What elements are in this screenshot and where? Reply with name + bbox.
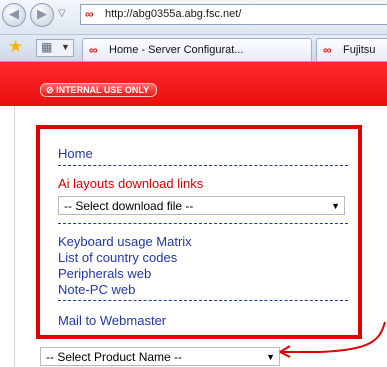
fujitsu-favicon: ∞ bbox=[89, 43, 98, 57]
chevron-down-icon: ▼ bbox=[61, 42, 70, 52]
keyboard-matrix-link[interactable]: Keyboard usage Matrix bbox=[58, 234, 192, 249]
tab-home[interactable]: ∞ Home - Server Configurat... bbox=[82, 38, 312, 61]
peripherals-link[interactable]: Peripherals web bbox=[58, 266, 151, 281]
tab-label: Home - Server Configurat... bbox=[109, 44, 244, 56]
internal-use-badge: ⊘ INTERNAL USE ONLY bbox=[40, 83, 158, 97]
page-content: ⊘ INTERNAL USE ONLY Home Ai layouts down… bbox=[0, 62, 387, 367]
history-dropdown-icon[interactable]: ▽ bbox=[58, 8, 66, 19]
navigation-box: Home Ai layouts download links -- Select… bbox=[36, 125, 362, 339]
no-entry-icon: ⊘ bbox=[46, 85, 54, 95]
browser-navbar: ◀ ▶ ▽ ∞ http://abg0355a.abg.fsc.net/ bbox=[0, 0, 387, 35]
country-codes-link[interactable]: List of country codes bbox=[58, 250, 177, 265]
download-file-select[interactable]: -- Select download file -- ▼ bbox=[58, 196, 345, 215]
address-url[interactable]: http://abg0355a.abg.fsc.net/ bbox=[105, 8, 241, 20]
tab-label: Fujitsu bbox=[343, 44, 376, 56]
annotation-curve bbox=[280, 321, 386, 353]
star-icon[interactable]: ★ bbox=[8, 37, 23, 57]
content-divider bbox=[14, 106, 15, 367]
grid-icon: ▦ bbox=[41, 40, 53, 54]
header-banner: ⊘ INTERNAL USE ONLY bbox=[0, 62, 387, 106]
separator bbox=[58, 300, 348, 301]
separator bbox=[58, 165, 348, 166]
annotation-arrow bbox=[279, 321, 386, 358]
home-link[interactable]: Home bbox=[58, 146, 93, 161]
forward-button[interactable]: ▶ bbox=[30, 3, 54, 27]
select-value: -- Select Product Name -- bbox=[46, 350, 183, 364]
notepc-link[interactable]: Note-PC web bbox=[58, 282, 135, 297]
select-value: -- Select download file -- bbox=[64, 199, 194, 213]
address-bar[interactable]: ∞ http://abg0355a.abg.fsc.net/ bbox=[80, 4, 387, 25]
back-icon: ◀ bbox=[9, 6, 19, 21]
forward-icon: ▶ bbox=[37, 6, 47, 21]
fujitsu-favicon: ∞ bbox=[323, 43, 332, 57]
mail-webmaster-link[interactable]: Mail to Webmaster bbox=[58, 313, 166, 328]
tab-fujitsu[interactable]: ∞ Fujitsu bbox=[316, 38, 387, 61]
product-name-select[interactable]: -- Select Product Name -- ▼ bbox=[40, 347, 280, 366]
ai-layouts-link[interactable]: Ai layouts download links bbox=[58, 176, 203, 191]
fujitsu-favicon: ∞ bbox=[85, 7, 94, 21]
chevron-down-icon: ▼ bbox=[331, 201, 340, 211]
separator bbox=[58, 223, 348, 224]
quick-tabs-button[interactable]: ▦ ▼ bbox=[36, 39, 74, 57]
browser-tabbar: ★ ▦ ▼ ∞ Home - Server Configurat... ∞ Fu… bbox=[0, 35, 387, 62]
back-button[interactable]: ◀ bbox=[2, 3, 26, 27]
badge-text: INTERNAL USE ONLY bbox=[56, 85, 150, 95]
